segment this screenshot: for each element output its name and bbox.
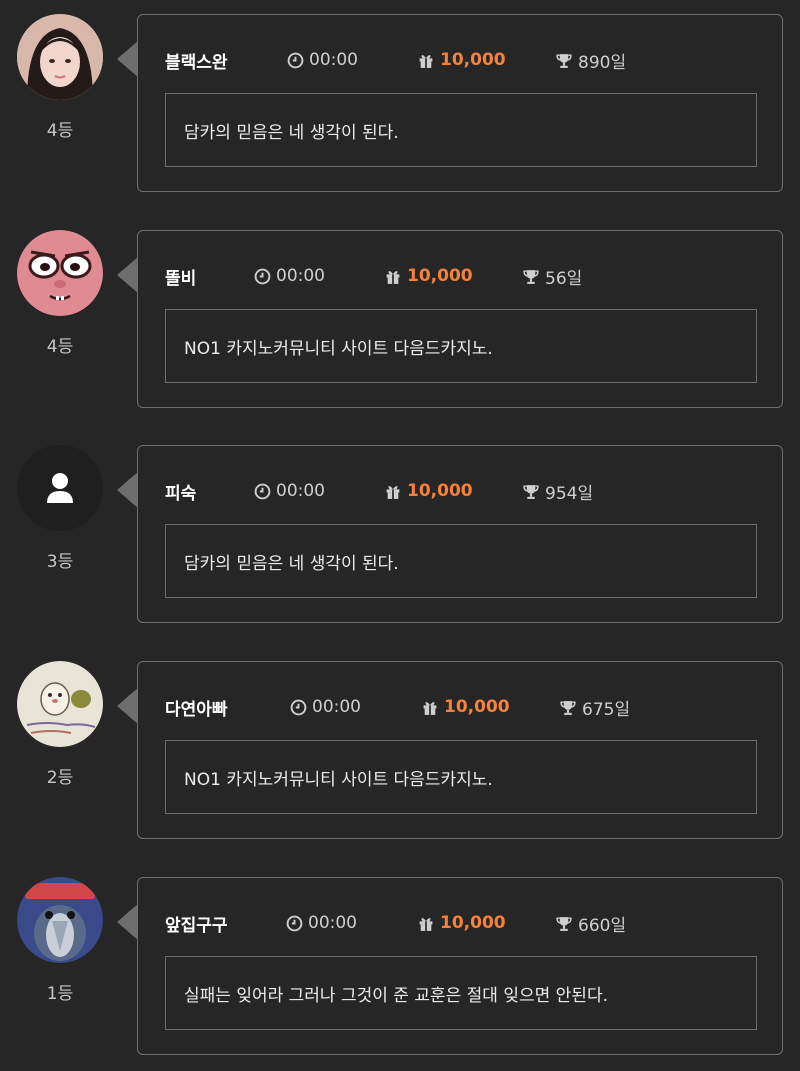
time-value: 00:00 bbox=[312, 697, 361, 717]
meta-row: 다연아빠 00:00 10,000 675일 bbox=[165, 694, 630, 720]
days-value: 675일 bbox=[582, 699, 631, 720]
gift-icon bbox=[386, 270, 400, 284]
points-meta: 10,000 bbox=[417, 913, 555, 933]
avatar[interactable] bbox=[17, 14, 103, 100]
rank-label: 2등 bbox=[46, 768, 74, 788]
trophy-icon bbox=[556, 53, 572, 68]
comment-card: 똘비 00:00 10,000 56일 NO1 카지노커뮤니티 사이트 다음드카… bbox=[137, 230, 783, 408]
comment-text: 담카의 믿음은 네 생각이 된다. bbox=[165, 93, 757, 167]
gift-icon bbox=[419, 54, 433, 68]
points-meta: 10,000 bbox=[417, 50, 555, 70]
rank-label: 3등 bbox=[46, 552, 74, 572]
comment-card: 피숙 00:00 10,000 954일 담카의 믿음은 네 생각이 된다. bbox=[137, 445, 783, 623]
comment-text: 담카의 믿음은 네 생각이 된다. bbox=[165, 524, 757, 598]
gift-icon bbox=[419, 917, 433, 931]
rank-label: 1등 bbox=[46, 984, 74, 1004]
list-item: 3등 피숙 00:00 10,000 954일 담카의 믿음은 네 생각이 된다… bbox=[0, 431, 800, 623]
days-meta: 660일 bbox=[555, 911, 626, 936]
card-pointer bbox=[117, 41, 138, 77]
avatar[interactable] bbox=[17, 445, 103, 531]
trophy-icon bbox=[560, 700, 576, 715]
list-item: 4등 똘비 00:00 10,000 56일 NO1 카지노커뮤니티 사이트 다… bbox=[0, 216, 800, 408]
clock-icon bbox=[254, 483, 271, 499]
time-meta: 00:00 bbox=[254, 266, 384, 286]
gift-icon bbox=[386, 485, 400, 499]
rank-label: 4등 bbox=[46, 121, 74, 141]
card-pointer bbox=[117, 688, 138, 724]
card-pointer bbox=[117, 472, 138, 508]
attendance-list: 4등 블랙스완 00:00 10,000 890일 담카의 믿음은 네 생각이 … bbox=[0, 0, 800, 1071]
days-value: 56일 bbox=[545, 268, 583, 289]
clock-icon bbox=[286, 915, 303, 931]
meta-row: 앞집구구 00:00 10,000 660일 bbox=[165, 910, 626, 936]
comment-text: NO1 카지노커뮤니티 사이트 다음드카지노. bbox=[165, 309, 757, 383]
clock-icon bbox=[254, 268, 271, 284]
time-meta: 00:00 bbox=[287, 50, 417, 70]
clock-icon bbox=[287, 52, 304, 68]
list-item: 1등 앞집구구 00:00 10,000 660일 실패는 잊어라 그러나 그것… bbox=[0, 863, 800, 1055]
user-name[interactable]: 똘비 bbox=[165, 264, 254, 289]
days-meta: 56일 bbox=[522, 264, 582, 289]
points-value: 10,000 bbox=[440, 913, 506, 933]
list-item: 2등 다연아빠 00:00 10,000 675일 NO1 카지노커뮤니티 사이… bbox=[0, 647, 800, 839]
avatar[interactable] bbox=[17, 661, 103, 747]
time-meta: 00:00 bbox=[254, 481, 384, 501]
comment-card: 블랙스완 00:00 10,000 890일 담카의 믿음은 네 생각이 된다. bbox=[137, 14, 783, 192]
time-meta: 00:00 bbox=[290, 697, 421, 717]
points-value: 10,000 bbox=[440, 50, 506, 70]
days-meta: 954일 bbox=[522, 479, 593, 504]
time-value: 00:00 bbox=[309, 50, 358, 70]
comment-text: NO1 카지노커뮤니티 사이트 다음드카지노. bbox=[165, 740, 757, 814]
time-value: 00:00 bbox=[276, 266, 325, 286]
card-pointer bbox=[117, 257, 138, 293]
days-value: 660일 bbox=[578, 915, 627, 936]
points-value: 10,000 bbox=[444, 697, 510, 717]
gift-icon bbox=[423, 701, 437, 715]
meta-row: 피숙 00:00 10,000 954일 bbox=[165, 478, 593, 504]
list-item: 4등 블랙스완 00:00 10,000 890일 담카의 믿음은 네 생각이 … bbox=[0, 0, 800, 192]
user-name[interactable]: 피숙 bbox=[165, 479, 254, 504]
points-meta: 10,000 bbox=[384, 481, 522, 501]
points-value: 10,000 bbox=[407, 266, 473, 286]
meta-row: 똘비 00:00 10,000 56일 bbox=[165, 263, 582, 289]
points-meta: 10,000 bbox=[384, 266, 522, 286]
time-value: 00:00 bbox=[276, 481, 325, 501]
time-value: 00:00 bbox=[308, 913, 357, 933]
clock-icon bbox=[290, 699, 307, 715]
comment-card: 다연아빠 00:00 10,000 675일 NO1 카지노커뮤니티 사이트 다… bbox=[137, 661, 783, 839]
points-meta: 10,000 bbox=[421, 697, 559, 717]
trophy-icon bbox=[523, 269, 539, 284]
trophy-icon bbox=[556, 916, 572, 931]
days-meta: 675일 bbox=[559, 695, 630, 720]
avatar[interactable] bbox=[17, 230, 103, 316]
user-name[interactable]: 다연아빠 bbox=[165, 695, 290, 720]
card-pointer bbox=[117, 904, 138, 940]
days-value: 954일 bbox=[545, 483, 594, 504]
trophy-icon bbox=[523, 484, 539, 499]
comment-card: 앞집구구 00:00 10,000 660일 실패는 잊어라 그러나 그것이 준… bbox=[137, 877, 783, 1055]
user-name[interactable]: 블랙스완 bbox=[165, 48, 287, 73]
time-meta: 00:00 bbox=[286, 913, 417, 933]
meta-row: 블랙스완 00:00 10,000 890일 bbox=[165, 47, 626, 73]
days-meta: 890일 bbox=[555, 48, 626, 73]
points-value: 10,000 bbox=[407, 481, 473, 501]
avatar[interactable] bbox=[17, 877, 103, 963]
comment-text: 실패는 잊어라 그러나 그것이 준 교훈은 절대 잊으면 안된다. bbox=[165, 956, 757, 1030]
user-name[interactable]: 앞집구구 bbox=[165, 911, 286, 936]
days-value: 890일 bbox=[578, 52, 627, 73]
rank-label: 4등 bbox=[46, 337, 74, 357]
